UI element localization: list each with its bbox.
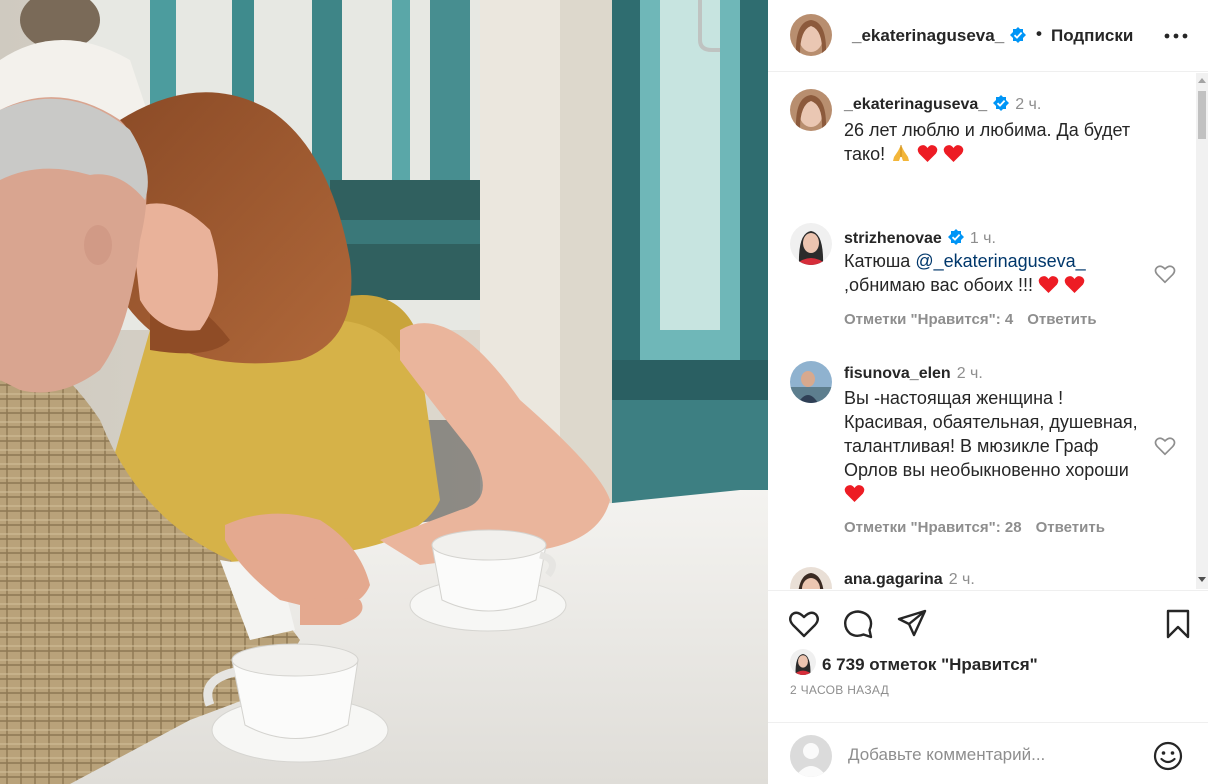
author-avatar-image bbox=[790, 14, 832, 56]
commenter-avatar-image bbox=[790, 567, 832, 589]
comment-meta: Отметки "Нравится": 28 Ответить bbox=[844, 519, 1105, 536]
comment-strizhenovae: strizhenovae 1 ч. Катюша @_ekaterinagusev… bbox=[768, 213, 1188, 333]
caption-line-1: 26 лет люблю и любима. Да будет bbox=[844, 120, 1131, 140]
current-user-avatar bbox=[790, 735, 832, 777]
likes-count[interactable]: 6 739 отметок "Нравится" bbox=[822, 655, 1038, 675]
caption-time[interactable]: 2 ч. bbox=[1015, 96, 1041, 113]
verified-badge-icon bbox=[993, 95, 1010, 111]
author-username-text[interactable]: _ekaterinaguseva_ bbox=[852, 26, 1004, 45]
reply-button[interactable]: Ответить bbox=[1036, 519, 1105, 536]
red-heart-emoji-icon bbox=[943, 145, 964, 162]
comment-line-2: Красивая, обаятельная, душевная, bbox=[844, 412, 1138, 432]
comment-line-1: Катюша @_ekaterinaguseva_ bbox=[844, 249, 1154, 273]
commenter-username-text[interactable]: strizhenovae bbox=[844, 230, 942, 247]
commenter-avatar[interactable] bbox=[790, 567, 832, 589]
comment-text: Катюша @_ekaterinaguseva_ ,обнимаю вас о… bbox=[844, 249, 1154, 297]
comment-line-1: Вы -настоящая женщина ! bbox=[844, 388, 1064, 408]
caption-avatar-image bbox=[790, 89, 832, 131]
comment-likes-count[interactable]: Отметки "Нравится": 28 bbox=[844, 519, 1022, 536]
following-button[interactable]: Подписки bbox=[1051, 26, 1133, 46]
comment-time[interactable]: 2 ч. bbox=[949, 571, 975, 588]
mention-link[interactable]: @_ekaterinaguseva_ bbox=[915, 251, 1085, 271]
comment-text: Вы -настоящая женщина ! Красивая, обаяте… bbox=[844, 386, 1154, 506]
caption-text: 26 лет люблю и любима. Да будет тако! bbox=[844, 118, 1154, 166]
caption-line-2-text: тако! bbox=[844, 144, 886, 164]
heart-outline-icon[interactable] bbox=[788, 608, 820, 640]
caption-username[interactable]: _ekaterinaguseva_ 2 ч. bbox=[844, 95, 1041, 114]
default-avatar-icon bbox=[790, 735, 832, 777]
comment-line-3: талантливая! В мюзикле Граф bbox=[844, 436, 1099, 456]
caption-username-text[interactable]: _ekaterinaguseva_ bbox=[844, 96, 987, 113]
comment-line-2-text: ,обнимаю вас обоих !!! bbox=[844, 275, 1033, 295]
add-comment-bar bbox=[768, 722, 1208, 784]
commenter-username[interactable]: fisunova_elen 2 ч. bbox=[844, 365, 983, 383]
paper-plane-icon[interactable] bbox=[896, 608, 928, 640]
red-heart-emoji-icon bbox=[844, 485, 865, 502]
commenter-avatar[interactable] bbox=[790, 223, 832, 265]
post-actions: 6 739 отметок "Нравится" 2 ЧАСОВ НАЗАД bbox=[768, 590, 1208, 715]
post-timestamp[interactable]: 2 ЧАСОВ НАЗАД bbox=[790, 683, 889, 697]
comment-meta: Отметки "Нравится": 4 Ответить bbox=[844, 311, 1097, 328]
liker-avatar-image bbox=[790, 649, 816, 675]
author-username[interactable]: _ekaterinaguseva_ bbox=[852, 26, 1027, 46]
scroll-down-arrow-icon[interactable] bbox=[1198, 575, 1206, 583]
commenter-username[interactable]: strizhenovae 1 ч. bbox=[844, 229, 996, 248]
comment-time[interactable]: 1 ч. bbox=[970, 230, 996, 247]
comment-line-2: ,обнимаю вас обоих !!! bbox=[844, 273, 1154, 297]
comment-ana-gagarina: ana.gagarina 2 ч. bbox=[768, 563, 1188, 589]
comment-input[interactable] bbox=[848, 743, 1128, 767]
commenter-username-text[interactable]: fisunova_elen bbox=[844, 365, 951, 382]
comment-time[interactable]: 2 ч. bbox=[957, 365, 983, 382]
post-side-panel: _ekaterinaguseva_ • Подписки _ekaterinag… bbox=[768, 0, 1208, 784]
comment-like-heart-icon[interactable] bbox=[1154, 263, 1176, 285]
scroll-up-arrow-icon[interactable] bbox=[1198, 77, 1206, 85]
comment-line-5 bbox=[844, 482, 1154, 506]
speech-bubble-icon[interactable] bbox=[842, 608, 874, 640]
commenter-username-text[interactable]: ana.gagarina bbox=[844, 571, 943, 588]
red-heart-emoji-icon bbox=[1038, 276, 1059, 293]
post-photo-image bbox=[0, 0, 768, 784]
reply-button[interactable]: Ответить bbox=[1027, 311, 1096, 328]
caption-line-2: тако! bbox=[844, 142, 1154, 166]
comment-line-4: Орлов вы необыкновенно хороши bbox=[844, 460, 1129, 480]
post-header: _ekaterinaguseva_ • Подписки bbox=[768, 0, 1208, 72]
folded-hands-emoji-icon bbox=[893, 145, 910, 161]
comment-like-heart-icon[interactable] bbox=[1154, 435, 1176, 457]
comments-list[interactable]: _ekaterinaguseva_ 2 ч. 26 лет люблю и люб… bbox=[768, 73, 1208, 589]
bookmark-icon[interactable] bbox=[1162, 608, 1194, 640]
commenter-avatar-image bbox=[790, 223, 832, 265]
scrollbar-thumb[interactable] bbox=[1198, 91, 1206, 139]
verified-badge-icon bbox=[947, 229, 964, 245]
caption: _ekaterinaguseva_ 2 ч. 26 лет люблю и люб… bbox=[768, 73, 1188, 193]
caption-avatar[interactable] bbox=[790, 89, 832, 131]
author-avatar[interactable] bbox=[790, 14, 832, 56]
red-heart-emoji-icon bbox=[1064, 276, 1085, 293]
red-heart-emoji-icon bbox=[917, 145, 938, 162]
smiley-icon[interactable] bbox=[1152, 740, 1184, 772]
comment-fisunova-elen: fisunova_elen 2 ч. Вы -настоящая женщина … bbox=[768, 355, 1188, 555]
commenter-avatar-image bbox=[790, 361, 832, 403]
more-options-icon[interactable] bbox=[1162, 24, 1190, 48]
liker-avatar[interactable] bbox=[790, 649, 816, 675]
comment-line-1-text: Катюша bbox=[844, 251, 911, 271]
comments-scrollbar[interactable] bbox=[1196, 73, 1208, 589]
header-separator: • bbox=[1036, 24, 1042, 43]
verified-badge-icon bbox=[1010, 27, 1027, 43]
post-photo[interactable] bbox=[0, 0, 768, 784]
commenter-username[interactable]: ana.gagarina 2 ч. bbox=[844, 571, 975, 589]
commenter-avatar[interactable] bbox=[790, 361, 832, 403]
comment-likes-count[interactable]: Отметки "Нравится": 4 bbox=[844, 311, 1013, 328]
